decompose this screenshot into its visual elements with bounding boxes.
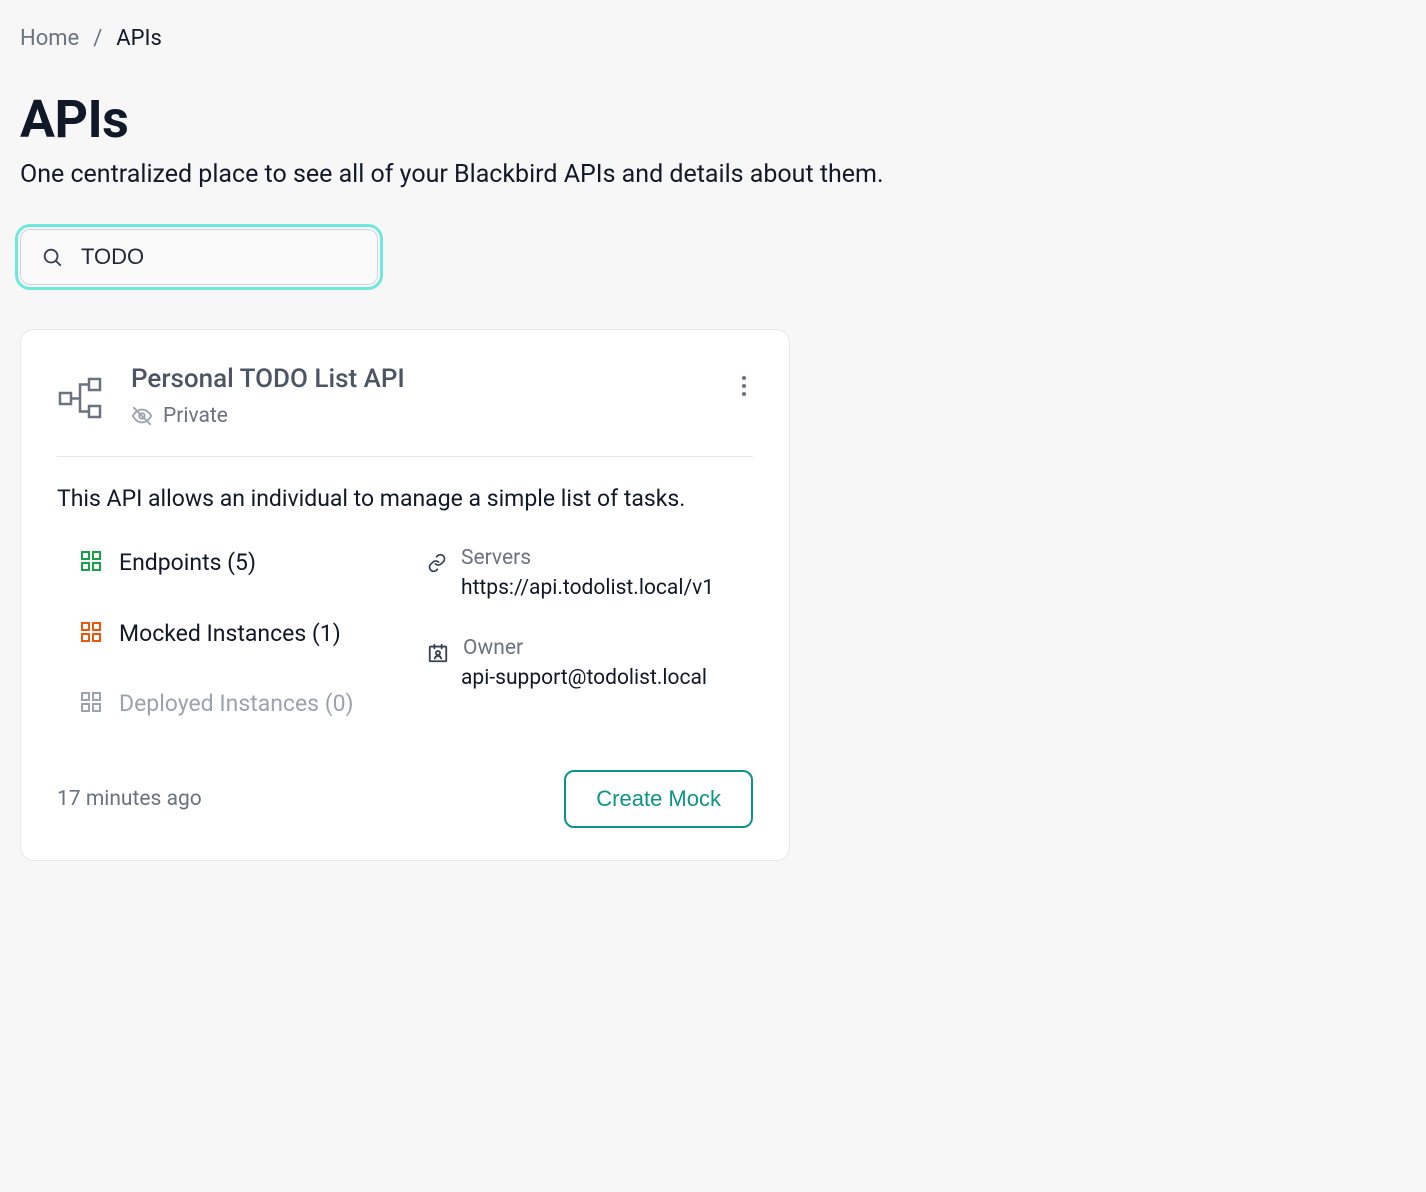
api-title: Personal TODO List API — [131, 364, 405, 394]
owner-label: Owner — [463, 636, 523, 660]
mocked-label: Mocked Instances (1) — [119, 617, 341, 652]
breadcrumb: Home / APIs — [20, 20, 1406, 51]
breadcrumb-separator: / — [93, 26, 102, 51]
grid-icon — [81, 551, 101, 571]
breadcrumb-current: APIs — [116, 26, 162, 51]
search-input[interactable] — [81, 244, 357, 270]
visibility-label: Private — [163, 404, 228, 428]
api-card: Personal TODO List API Private — [20, 329, 790, 861]
endpoints-stat[interactable]: Endpoints (5) — [81, 546, 407, 581]
deployed-label: Deployed Instances (0) — [119, 687, 354, 722]
create-mock-button[interactable]: Create Mock — [564, 770, 753, 828]
deployed-instances-stat: Deployed Instances (0) — [81, 687, 407, 722]
page-title: APIs — [20, 89, 1406, 150]
search-field[interactable] — [20, 229, 378, 285]
servers-label: Servers — [461, 546, 531, 570]
kebab-icon — [741, 374, 747, 398]
api-icon — [57, 373, 105, 419]
api-description: This API allows an individual to manage … — [57, 485, 753, 512]
owner-stat: Owner api-support@todolist.local — [427, 636, 753, 690]
grid-icon — [81, 692, 101, 712]
mocked-instances-stat[interactable]: Mocked Instances (1) — [81, 617, 407, 652]
search-icon — [41, 246, 63, 268]
servers-value: https://api.todolist.local/v1 — [461, 576, 753, 600]
endpoints-label: Endpoints (5) — [119, 546, 256, 581]
breadcrumb-home-link[interactable]: Home — [20, 26, 79, 51]
more-menu-button[interactable] — [735, 368, 753, 408]
owner-value: api-support@todolist.local — [461, 666, 753, 690]
eye-off-icon — [131, 405, 153, 427]
updated-timestamp: 17 minutes ago — [57, 787, 202, 811]
grid-icon — [81, 622, 101, 642]
page-subtitle: One centralized place to see all of your… — [20, 160, 1406, 189]
link-icon — [427, 553, 447, 573]
servers-stat: Servers https://api.todolist.local/v1 — [427, 546, 753, 600]
contact-icon — [427, 642, 449, 664]
